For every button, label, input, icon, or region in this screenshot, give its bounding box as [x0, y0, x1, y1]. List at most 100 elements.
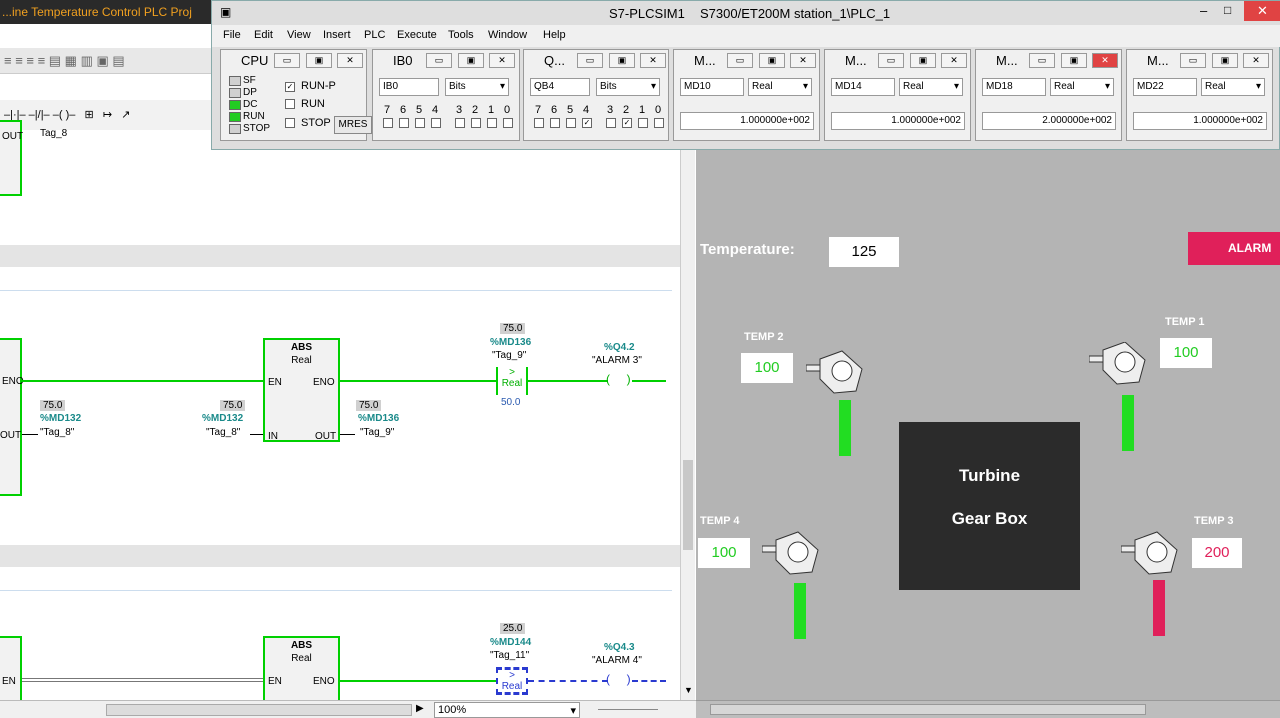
- coil-alarm-3[interactable]: ( ): [606, 372, 631, 386]
- bit-checkbox-6[interactable]: [399, 118, 409, 128]
- coil-tag: "ALARM 3": [592, 355, 642, 366]
- abs-block-2[interactable]: ABS Real EN ENO: [263, 636, 340, 706]
- md18-address[interactable]: MD18: [982, 78, 1046, 96]
- gearbox-line2: Gear Box: [951, 509, 1028, 528]
- qb-address[interactable]: QB4: [530, 78, 590, 96]
- bit-checkbox-3[interactable]: [606, 118, 616, 128]
- md14-format[interactable]: Real: [899, 78, 963, 96]
- bit-checkbox-1[interactable]: [638, 118, 648, 128]
- menu-insert[interactable]: Insert: [323, 29, 351, 41]
- panel-close[interactable]: ✕: [337, 53, 363, 68]
- runp-checkbox[interactable]: ✓: [285, 82, 295, 92]
- led-sf: SF: [243, 75, 256, 86]
- pin-out: OUT: [2, 131, 24, 142]
- led-dc: DC: [243, 99, 258, 110]
- temp1-label: TEMP 1: [1165, 316, 1205, 328]
- md18-value[interactable]: 2.000000e+002: [982, 112, 1116, 130]
- coil2-tag: "ALARM 4": [592, 655, 642, 666]
- panel-restore[interactable]: ▣: [306, 53, 332, 68]
- hmi-hscroll[interactable]: [696, 700, 1280, 718]
- coil2-addr[interactable]: %Q4.3: [604, 642, 635, 653]
- cmp-ref: 50.0: [501, 397, 521, 408]
- scroll-down-icon[interactable]: ▼: [684, 685, 693, 695]
- left-block-2[interactable]: [0, 636, 22, 706]
- md18-format[interactable]: Real: [1050, 78, 1114, 96]
- menu-tools[interactable]: Tools: [448, 29, 474, 41]
- vertical-scrollbar[interactable]: ▼: [680, 145, 695, 700]
- network-separator: [0, 245, 680, 267]
- scroll-thumb[interactable]: [683, 460, 693, 550]
- bit-checkbox-2[interactable]: ✓: [622, 118, 632, 128]
- md14-address[interactable]: MD14: [831, 78, 895, 96]
- coil-alarm-4[interactable]: ( ): [606, 672, 631, 686]
- gearbox-line1: Turbine: [958, 466, 1021, 485]
- ib-address[interactable]: IB0: [379, 78, 439, 96]
- led-dp: DP: [243, 87, 257, 98]
- cmp-tag: "Tag_9": [492, 350, 527, 361]
- bit-label-3: 3: [456, 104, 463, 116]
- addr-md132-left[interactable]: %MD132: [40, 413, 81, 424]
- menu-file[interactable]: File: [223, 29, 241, 41]
- compare-gt-2[interactable]: > Real: [496, 667, 528, 695]
- bit-checkbox-5[interactable]: [566, 118, 576, 128]
- cmp-addr[interactable]: %MD136: [490, 337, 531, 348]
- menu-help[interactable]: Help: [543, 29, 566, 41]
- cmp2-addr[interactable]: %MD144: [490, 637, 531, 648]
- md10-format[interactable]: Real: [748, 78, 812, 96]
- menu-execute[interactable]: Execute: [397, 29, 437, 41]
- md22-address[interactable]: MD22: [1133, 78, 1197, 96]
- horizontal-bar: ▶ 100% ▾: [0, 700, 696, 718]
- out-tag: "Tag_9": [360, 427, 395, 438]
- bit-checkbox-0[interactable]: [503, 118, 513, 128]
- qb-format[interactable]: Bits: [596, 78, 660, 96]
- bit-checkbox-7[interactable]: [534, 118, 544, 128]
- out-addr[interactable]: %MD136: [358, 413, 399, 424]
- h-scroll-thumb[interactable]: [106, 704, 412, 716]
- pin-out-left: OUT: [0, 430, 22, 441]
- scroll-right-icon[interactable]: ▶: [416, 703, 424, 714]
- bit-checkbox-4[interactable]: [431, 118, 441, 128]
- stop-checkbox[interactable]: [285, 118, 295, 128]
- md14-value[interactable]: 1.000000e+002: [831, 112, 965, 130]
- menu-window[interactable]: Window: [488, 29, 527, 41]
- zoom-slider[interactable]: [598, 709, 658, 710]
- app-icon: ▣: [220, 5, 232, 19]
- hmi-screen: Temperature: 125 ALARM Turbine Gear Box …: [696, 150, 1280, 718]
- bit-checkbox-7[interactable]: [383, 118, 393, 128]
- menu-plc[interactable]: PLC: [364, 29, 385, 41]
- bit-label-0: 0: [655, 104, 662, 116]
- in-addr[interactable]: %MD132: [202, 413, 243, 424]
- bit-checkbox-3[interactable]: [455, 118, 465, 128]
- menu-view[interactable]: View: [287, 29, 311, 41]
- bit-checkbox-6[interactable]: [550, 118, 560, 128]
- mres-button[interactable]: MRES: [334, 116, 372, 134]
- maximize-icon[interactable]: □: [1224, 3, 1231, 17]
- bit-checkbox-2[interactable]: [471, 118, 481, 128]
- run-checkbox[interactable]: [285, 99, 295, 109]
- md10-value[interactable]: 1.000000e+002: [680, 112, 814, 130]
- panel-minimize[interactable]: ▭: [274, 53, 300, 68]
- zoom-select[interactable]: 100% ▾: [434, 702, 580, 718]
- md10-address[interactable]: MD10: [680, 78, 744, 96]
- contact-icons[interactable]: –|·|– –|/|– –( )– ⊞ ↦ ↗: [4, 108, 131, 121]
- abs-block-1[interactable]: ABS Real EN ENO IN OUT: [263, 338, 340, 442]
- md22-format[interactable]: Real: [1201, 78, 1265, 96]
- compare-gt-1[interactable]: > Real: [496, 367, 528, 395]
- bit-checkbox-0[interactable]: [654, 118, 664, 128]
- md22-value[interactable]: 1.000000e+002: [1133, 112, 1267, 130]
- toolbar-icons[interactable]: ≡ ≡ ≡ ≡ ▤ ▦ ▥ ▣ ▤: [4, 53, 125, 69]
- bit-checkbox-1[interactable]: [487, 118, 497, 128]
- cpu-panel: CPU ▭ ▣ ✕ SF DP DC RUN STOP ✓ RUN-P RUN S…: [220, 49, 372, 141]
- plcsim-title-bar: ▣ S7-PLCSIM1 S7300/ET200M station_1\PLC_…: [212, 1, 1280, 25]
- temp2-value: 100: [741, 353, 793, 383]
- bit-checkbox-5[interactable]: [415, 118, 425, 128]
- ib-format[interactable]: Bits: [445, 78, 509, 96]
- left-block-1[interactable]: [0, 338, 22, 496]
- minimize-icon[interactable]: –: [1200, 3, 1207, 18]
- bit-label-0: 0: [504, 104, 511, 116]
- menu-edit[interactable]: Edit: [254, 29, 273, 41]
- bit-checkbox-4[interactable]: ✓: [582, 118, 592, 128]
- coil-addr[interactable]: %Q4.2: [604, 342, 635, 353]
- tag-8-left: "Tag_8": [40, 427, 75, 438]
- close-icon[interactable]: ✕: [1244, 1, 1280, 21]
